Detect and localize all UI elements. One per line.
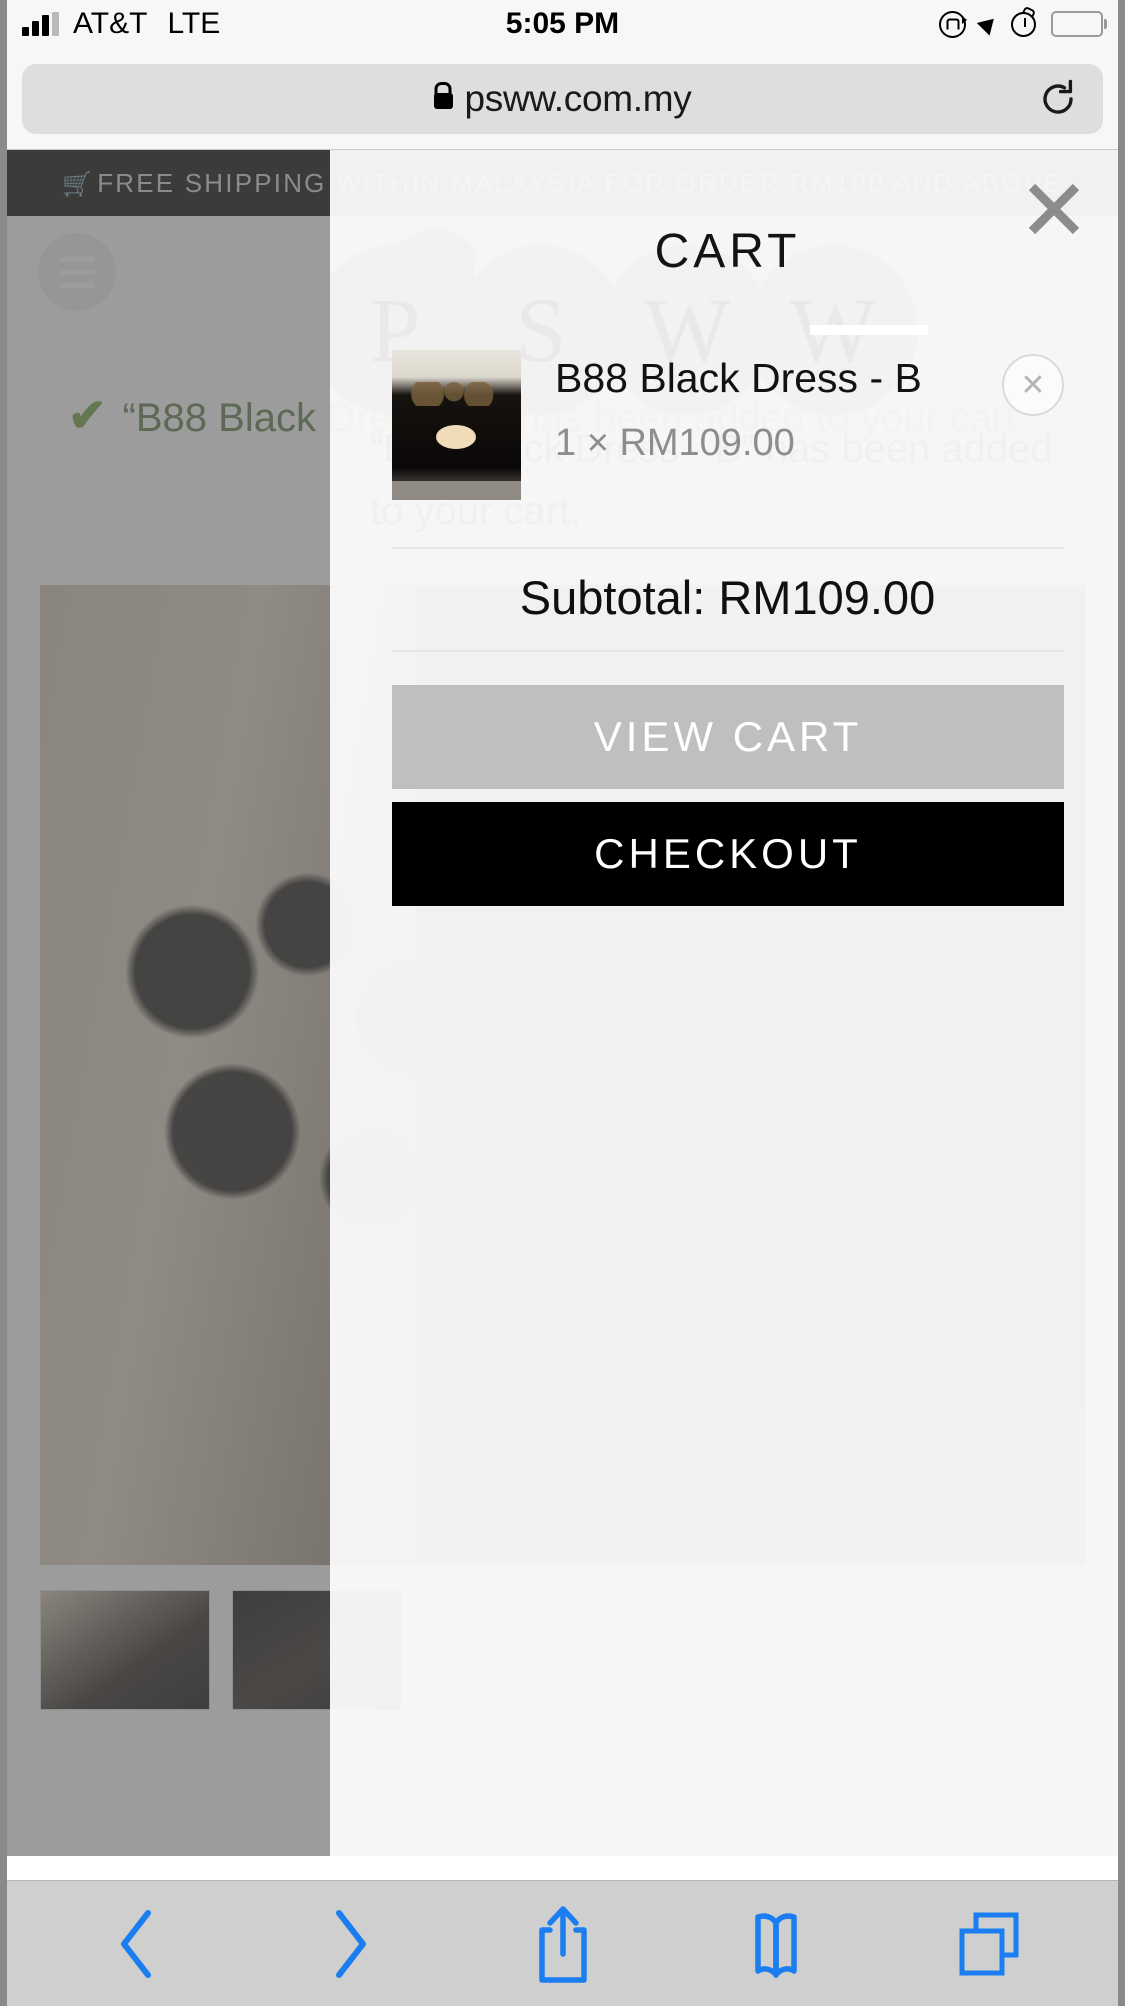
- reload-icon[interactable]: [1037, 78, 1079, 120]
- battery-icon: [1051, 11, 1103, 37]
- signal-bars-icon: [22, 12, 59, 36]
- url-input[interactable]: psww.com.my: [22, 63, 1103, 134]
- cart-action-buttons: VIEW CART CHECKOUT: [392, 685, 1064, 906]
- location-arrow-icon: [976, 12, 1001, 36]
- cart-panel-title: CART: [654, 225, 801, 278]
- cart-item-quantity-price: 1 × RM109.00: [555, 422, 795, 465]
- device-bezel-right: [1118, 0, 1125, 2006]
- cart-line-item: B88 Black Dress - B 1 × RM109.00 ✕: [392, 350, 1064, 500]
- cart-subtotal: Subtotal: RM109.00: [519, 571, 936, 624]
- check-mark-icon: ✔: [68, 389, 107, 441]
- url-text: psww.com.my: [464, 77, 692, 119]
- open-book-icon[interactable]: [716, 1896, 836, 1992]
- view-cart-button[interactable]: VIEW CART: [392, 685, 1064, 789]
- cart-item-name[interactable]: B88 Black Dress - B: [555, 352, 955, 404]
- cart-item-details: B88 Black Dress - B 1 × RM109.00: [555, 350, 994, 465]
- hamburger-menu-icon[interactable]: [38, 233, 116, 311]
- cart-side-panel: P S W W “B88 Black Dress - B” has been a…: [330, 150, 1125, 1856]
- carrier-label: AT&T: [73, 7, 148, 40]
- remove-x-icon[interactable]: ✕: [1002, 354, 1064, 416]
- rotation-lock-icon: [939, 10, 967, 38]
- close-x-icon[interactable]: [1023, 178, 1085, 240]
- cart-divider-bottom: [392, 650, 1064, 652]
- watermark-dash: [810, 325, 928, 335]
- share-up-arrow-icon[interactable]: [503, 1896, 623, 1992]
- status-bar-left: AT&T LTE: [22, 7, 220, 41]
- phone-screen: AT&T LTE 5:05 PM psww.com.my 🛒 FREE SHIP…: [0, 0, 1125, 2006]
- chevron-right-icon[interactable]: [290, 1896, 410, 1992]
- alarm-clock-icon: [1011, 11, 1036, 37]
- product-thumbnail-b88-black-dress[interactable]: [392, 350, 521, 500]
- lock-icon: [433, 93, 453, 109]
- chevron-left-icon[interactable]: [77, 1896, 197, 1992]
- device-bezel-left: [0, 0, 7, 2006]
- cart-divider-top: [392, 547, 1064, 549]
- browser-bottom-toolbar: [0, 1880, 1125, 2006]
- product-thumbnail-1[interactable]: [40, 1590, 210, 1710]
- status-bar-right: [939, 10, 1103, 38]
- status-bar: AT&T LTE 5:05 PM: [0, 0, 1125, 48]
- shopping-cart-icon: 🛒: [62, 170, 95, 198]
- checkout-button[interactable]: CHECKOUT: [392, 802, 1064, 906]
- browser-toolbar: psww.com.my: [0, 48, 1125, 150]
- network-type-label: LTE: [167, 7, 221, 40]
- tabs-stack-icon[interactable]: [929, 1896, 1049, 1992]
